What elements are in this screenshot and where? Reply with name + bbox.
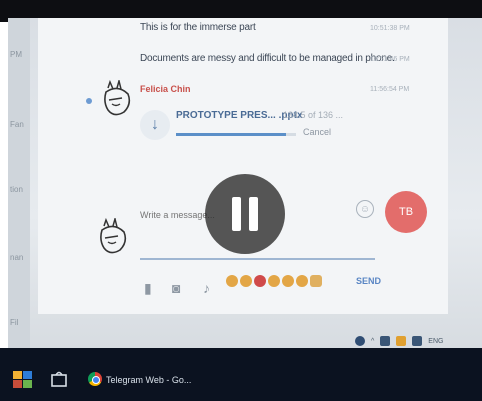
- chat-list-snippet[interactable]: Fil: [10, 318, 18, 327]
- emoji-icon[interactable]: [240, 275, 252, 287]
- chat-list-snippet[interactable]: nan: [10, 253, 23, 262]
- emoji-icon[interactable]: [268, 275, 280, 287]
- download-icon[interactable]: ↓: [140, 110, 170, 140]
- thumbs-up-icon[interactable]: [310, 275, 322, 287]
- message-time: 11:56:54 PM: [370, 86, 410, 93]
- tray-icon[interactable]: [380, 336, 391, 346]
- system-tray: ^ ENG: [355, 336, 443, 346]
- tray-icon[interactable]: [396, 336, 407, 346]
- emoji-icon[interactable]: [296, 275, 308, 287]
- tray-app-icon[interactable]: [355, 336, 365, 346]
- tray-chevron-icon[interactable]: ^: [371, 338, 374, 345]
- chat-list-snippet[interactable]: PM: [10, 50, 22, 59]
- store-icon[interactable]: [50, 370, 68, 388]
- message-time: 10:51:46 PM: [370, 56, 410, 63]
- taskbar: [0, 348, 482, 401]
- peer-avatar[interactable]: TB: [385, 191, 427, 233]
- emoji-icon[interactable]: ☺: [356, 200, 374, 218]
- chat-list-snippet[interactable]: tion: [10, 185, 23, 194]
- microphone-icon[interactable]: ♪: [203, 280, 210, 296]
- emoji-shortcuts: [226, 275, 322, 287]
- sender-avatar[interactable]: [100, 80, 136, 120]
- chrome-icon[interactable]: [88, 372, 102, 386]
- message-input-underline: [140, 258, 375, 260]
- sender-name[interactable]: Felicia Chin: [140, 84, 191, 94]
- message-text: Documents are messy and difficult to be …: [140, 53, 395, 64]
- message-text: This is for the immerse part: [140, 22, 256, 33]
- emoji-icon[interactable]: [226, 275, 238, 287]
- taskbar-item-telegram[interactable]: Telegram Web - Go...: [106, 375, 191, 385]
- chat-list-snippet[interactable]: Fan: [10, 120, 24, 129]
- language-indicator[interactable]: ENG: [428, 338, 443, 345]
- download-progress: [176, 133, 296, 136]
- heart-icon[interactable]: [254, 275, 266, 287]
- emoji-icon[interactable]: [282, 275, 294, 287]
- pause-icon: [249, 197, 258, 231]
- message-time: 10:51:38 PM: [370, 25, 410, 32]
- file-explorer-icon[interactable]: [12, 368, 34, 390]
- pause-icon: [232, 197, 241, 231]
- tray-icon[interactable]: [412, 336, 423, 346]
- send-button[interactable]: SEND: [356, 276, 381, 286]
- download-progress-fill: [176, 133, 287, 136]
- cancel-download-button[interactable]: Cancel: [303, 127, 331, 137]
- chat-list-column: [8, 18, 30, 348]
- photo-frame: PM Fan tion nan Fil This is for the imme…: [0, 0, 482, 401]
- camera-icon[interactable]: ◙: [172, 280, 180, 296]
- file-size: 134.5 of 136 ...: [283, 110, 344, 120]
- document-icon[interactable]: ▮: [144, 280, 152, 297]
- user-avatar[interactable]: [96, 218, 132, 258]
- pause-button[interactable]: [205, 174, 285, 254]
- online-dot-icon: [86, 98, 92, 104]
